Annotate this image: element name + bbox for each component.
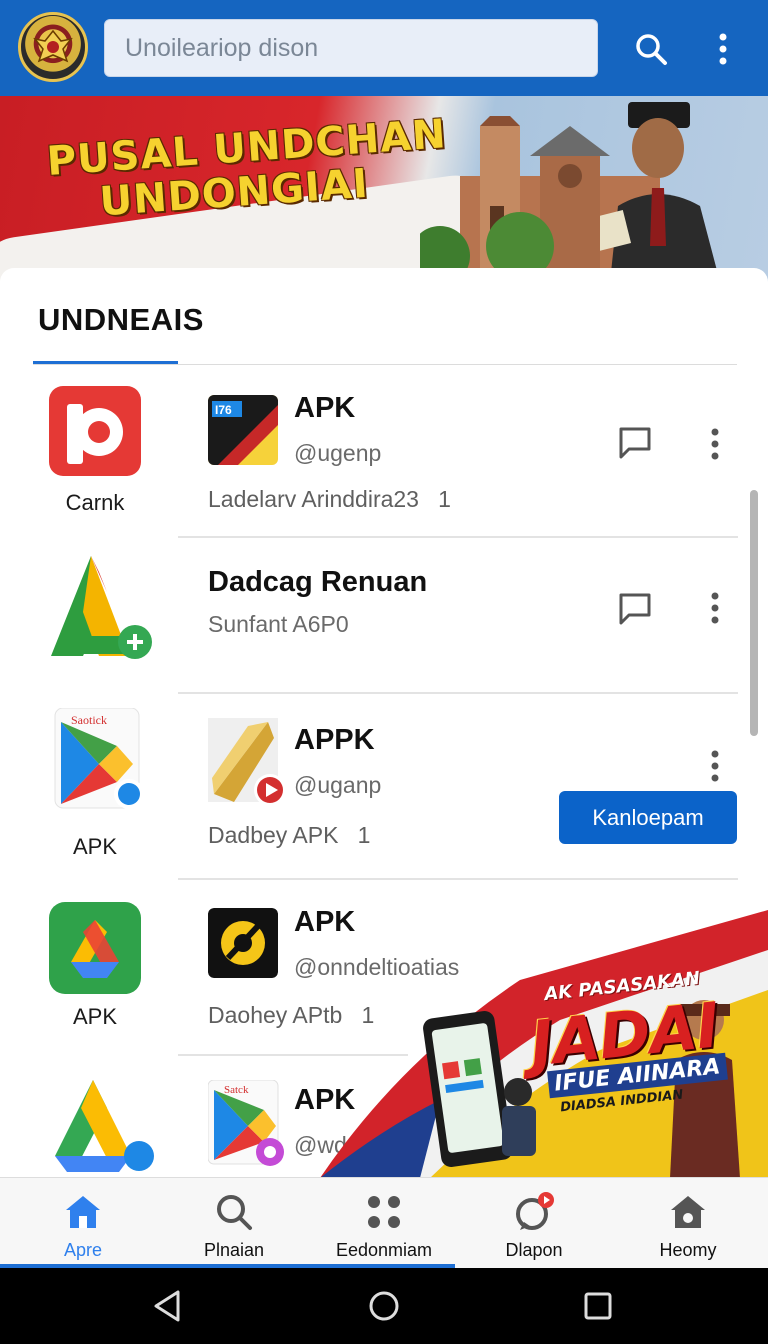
scrollbar[interactable] [750,490,758,736]
search-icon[interactable] [628,26,674,72]
nav-item-apps[interactable]: Eedonmiam [314,1178,454,1266]
item-meta-text: Dadbey APK [208,822,339,848]
more-vert-icon[interactable] [704,746,726,786]
hero-banner[interactable]: PUSAL UNDCHAN UNDONGIAI [0,96,768,282]
nav-item-home-outline[interactable]: Heomy [618,1178,758,1266]
item-subtitle: Sunfant A6P0 [208,611,349,637]
section-title: UNDNEAIS [38,302,204,337]
home-circle-icon[interactable] [364,1286,404,1326]
more-vert-icon[interactable] [708,26,738,72]
nav-item-search[interactable]: Plnаian [164,1178,304,1266]
notification-icon [516,1192,554,1230]
nav-label: Plnаian [203,1240,265,1260]
item-meta: Ladelarv Arinddira23 1 [208,486,451,513]
item-subtitle: @uganp [294,772,382,798]
system-navigation-bar [0,1268,768,1344]
left-app-label: APK [72,1004,118,1029]
nav-label: Heomy [659,1240,717,1260]
install-button[interactable]: Kanlоepam [559,791,737,844]
item-meta: Dadbey APK 1 [208,822,370,849]
back-icon[interactable] [148,1286,188,1326]
item-title: APK [294,392,356,424]
play-store-icon: Saotick [47,707,144,809]
nav-item-home[interactable]: Apre [13,1178,153,1266]
play-store-icon-text: Saotick [71,713,107,727]
item-thumbnail-0[interactable]: I76 [208,395,278,465]
drive-blue-icon [47,1078,154,1174]
row-divider [178,536,738,538]
nav-label: Eedonmiam [335,1240,433,1260]
green-a-app-icon [47,552,152,659]
item-title: APPK [294,724,375,756]
more-vert-icon[interactable] [704,588,726,628]
row-divider [178,878,738,880]
recents-icon[interactable] [578,1286,618,1326]
search-input[interactable] [105,20,597,76]
chat-icon[interactable] [616,424,654,462]
item-count: 1 [438,486,451,512]
home-icon [66,1196,100,1228]
row-divider [178,692,738,694]
item-thumbnail-text: I76 [215,403,232,417]
item-thumbnail-2[interactable] [208,718,286,806]
more-vert-icon[interactable] [704,424,726,464]
item-title: Dadcag Renuan [208,566,428,598]
official-person-illustration [600,102,720,282]
item-thumbnail-3[interactable] [208,908,278,978]
item-thumbnail-text: Satck [224,1084,249,1096]
left-app-label: APK [72,834,118,859]
item-thumbnail-4[interactable]: Satck [207,1079,284,1166]
left-app-1[interactable] [38,552,152,659]
grid-icon [368,1196,400,1228]
item-meta-text: Ladelarv Arinddira23 [208,486,419,512]
drive-icon [47,900,143,996]
garuda-logo-icon [18,12,88,82]
left-app-2[interactable]: Saotick APK [38,707,152,860]
left-app-0[interactable]: Carnk [38,386,152,516]
nav-item-notifications[interactable]: Dlapon [464,1178,604,1266]
app-bar [0,0,768,96]
nav-label: Apre [63,1240,103,1260]
red-p-app-icon [47,386,143,482]
search-bar[interactable] [104,19,598,77]
chat-icon[interactable] [616,590,654,628]
nav-label: Dlapon [505,1240,563,1260]
item-subtitle: @ugenp [294,440,382,466]
left-app-label: Carnk [65,490,125,515]
bottom-navigation: Apre Plnаian Eedonmiam Dlapon Heomy [0,1177,768,1268]
left-app-4[interactable] [38,1078,154,1174]
item-count: 1 [357,822,371,848]
left-app-3[interactable]: APK [38,900,152,1030]
home-outline-icon [671,1196,705,1228]
tab-divider [33,364,737,365]
search-icon [217,1195,252,1230]
